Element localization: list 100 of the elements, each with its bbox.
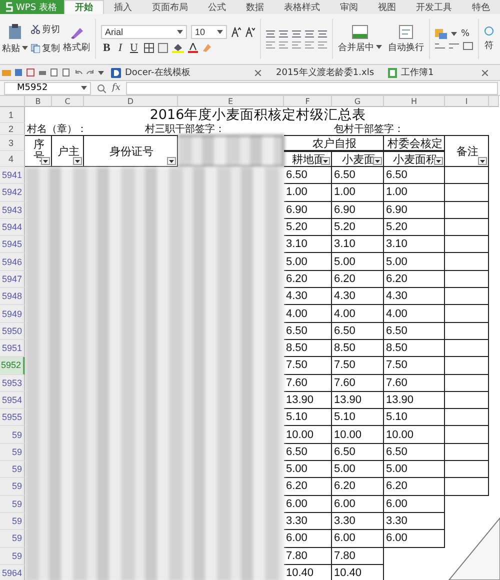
column-header[interactable]: D	[84, 96, 178, 107]
fx-label[interactable]: fx	[112, 83, 120, 93]
row-header[interactable]: 5949	[0, 305, 25, 323]
row-header[interactable]: 5964	[0, 564, 25, 580]
filter-dropdown-icon[interactable]	[434, 157, 443, 165]
close-icon[interactable]	[482, 70, 488, 76]
document-tab[interactable]: Docer-在线模板	[107, 66, 265, 79]
row-header[interactable]: 2	[0, 123, 25, 135]
grow-font-icon[interactable]	[231, 26, 241, 36]
align-icon[interactable]	[279, 40, 288, 48]
filter-dropdown-icon[interactable]	[373, 157, 382, 165]
row-header[interactable]: 5943	[0, 202, 25, 219]
column-header[interactable]: F	[284, 96, 332, 107]
filter-dropdown-icon[interactable]	[167, 157, 176, 165]
row-header[interactable]: 5941	[0, 167, 25, 184]
ribbon-tab[interactable]: 表格样式	[274, 0, 330, 14]
row-header[interactable]: 1	[0, 107, 25, 123]
quick-access-caret-icon[interactable]	[98, 70, 104, 74]
ribbon-tab[interactable]: 公式	[198, 0, 236, 14]
app-menu-button[interactable]: WPS 表格	[0, 0, 64, 14]
document-tab[interactable]: 2015年义渡老龄委1.xls	[268, 66, 381, 79]
cut-button[interactable]: 剪切	[31, 23, 60, 36]
row-header[interactable]: 59	[0, 461, 25, 478]
bold-button[interactable]: B	[101, 42, 112, 54]
row-header[interactable]: 59	[0, 530, 25, 548]
zoom-icon[interactable]	[97, 84, 106, 92]
align-icon[interactable]	[266, 40, 275, 48]
caret-icon[interactable]	[451, 32, 457, 36]
row-header[interactable]: 5945	[0, 236, 25, 254]
caret-icon[interactable]	[81, 86, 87, 90]
align-icon[interactable]	[305, 30, 314, 38]
format-painter-button[interactable]: 格式刷	[63, 24, 90, 54]
cell-style-icon[interactable]	[158, 42, 168, 52]
increase-decimal-icon[interactable]	[435, 42, 445, 50]
column-header[interactable]: E	[178, 96, 284, 107]
wrap-text-button[interactable]: 自动换行	[388, 24, 424, 54]
name-box[interactable]: M5952	[4, 82, 91, 94]
row-header[interactable]: 5948	[0, 288, 25, 306]
column-header[interactable]: H	[384, 96, 445, 107]
caret-icon[interactable]	[177, 30, 183, 34]
row-header[interactable]: 59	[0, 512, 25, 530]
row-header[interactable]: 5950	[0, 322, 25, 340]
undo-icon[interactable]	[74, 68, 83, 77]
row-header[interactable]: 59	[0, 478, 25, 496]
ribbon-tab[interactable]: 插入	[104, 0, 142, 14]
font-color-icon[interactable]	[188, 42, 198, 52]
align-icon[interactable]	[305, 40, 314, 48]
caret-icon[interactable]	[22, 46, 28, 50]
ribbon-tab[interactable]: 数据	[236, 0, 274, 14]
column-header[interactable]: I	[445, 96, 489, 107]
row-header[interactable]: 5942	[0, 184, 25, 202]
row-header[interactable]: 5947	[0, 270, 25, 288]
caret-icon[interactable]	[376, 45, 382, 49]
row-header[interactable]: 5946	[0, 253, 25, 271]
ribbon-tab[interactable]: 视图	[368, 0, 406, 14]
ribbon-tab[interactable]: 审阅	[330, 0, 368, 14]
row-header[interactable]: 5951	[0, 340, 25, 358]
row-header[interactable]: 5953	[0, 374, 25, 392]
row-header[interactable]: 5955	[0, 409, 25, 426]
save-icon[interactable]	[14, 68, 23, 77]
align-icon[interactable]	[266, 30, 275, 38]
corner-cell[interactable]	[0, 96, 25, 107]
row-header[interactable]: 5952	[0, 357, 25, 375]
ribbon-tab[interactable]: 页面布局	[142, 0, 198, 14]
document-tab[interactable]: 工作簿1	[384, 66, 492, 79]
filter-dropdown-icon[interactable]	[478, 157, 487, 165]
align-icon[interactable]	[292, 30, 301, 38]
align-icon[interactable]	[318, 40, 327, 48]
ribbon-tab[interactable]: 开始	[64, 0, 104, 14]
filter-dropdown-icon[interactable]	[73, 157, 82, 165]
table-format-icon[interactable]	[463, 42, 473, 50]
row-header[interactable]: 59	[0, 548, 25, 565]
caret-icon[interactable]	[217, 30, 223, 34]
font-size-dropdown[interactable]: 10	[191, 24, 227, 38]
ribbon-tab[interactable]: 特色	[462, 0, 500, 14]
row-header[interactable]: 59	[0, 426, 25, 444]
row-header[interactable]: 4	[0, 151, 25, 167]
align-icon[interactable]	[318, 30, 327, 38]
fill-color-icon[interactable]	[172, 42, 184, 52]
row-header[interactable]: 5954	[0, 392, 25, 410]
align-icon[interactable]	[292, 40, 301, 48]
decrease-decimal-icon[interactable]	[449, 42, 459, 50]
row-header[interactable]: 59	[0, 496, 25, 513]
copy-button[interactable]: 复制	[31, 42, 60, 55]
percent-button[interactable]: %	[461, 28, 470, 38]
column-header[interactable]: G	[332, 96, 384, 107]
row-header[interactable]: 59	[0, 444, 25, 462]
align-icon[interactable]	[279, 30, 288, 38]
column-header[interactable]: B	[25, 96, 52, 107]
redo-icon[interactable]	[86, 68, 95, 77]
shrink-font-icon[interactable]	[245, 26, 255, 36]
font-name-dropdown[interactable]: Arial	[101, 24, 187, 38]
borders-icon[interactable]	[144, 42, 154, 52]
row-header[interactable]: 5944	[0, 218, 25, 236]
merge-center-button[interactable]: 合并居中	[338, 24, 382, 54]
number-format-icon[interactable]	[435, 28, 447, 38]
italic-button[interactable]: I	[116, 42, 124, 54]
underline-button[interactable]: U	[128, 42, 140, 54]
column-header[interactable]: C	[52, 96, 84, 107]
close-icon[interactable]	[255, 70, 261, 76]
